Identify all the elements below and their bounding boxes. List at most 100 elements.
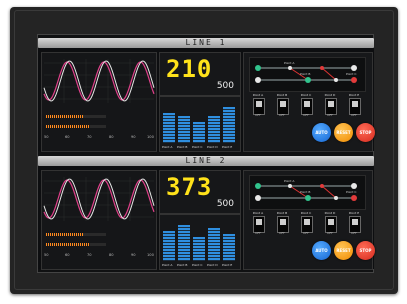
flow-node-icon: [351, 77, 357, 83]
reset-button[interactable]: RESET: [334, 123, 353, 142]
switch-label: Point D: [324, 93, 336, 97]
bar-segment: [178, 255, 190, 258]
switch-row: Point A OFF Point B OFF Point C OFF Point D…: [249, 93, 364, 117]
value-display: 373 500: [159, 170, 241, 214]
bar-segment: [178, 246, 190, 249]
toggle-switch[interactable]: Point A OFF: [249, 211, 267, 235]
bar-segment: [208, 128, 220, 131]
toggle-switch[interactable]: Point D OFF: [321, 93, 339, 117]
flow-node-icon: [305, 195, 311, 201]
switch-state: OFF: [351, 113, 357, 117]
bar-segment: [163, 140, 175, 143]
switch-label: Point B: [276, 93, 288, 97]
stop-button[interactable]: STOP: [356, 123, 375, 142]
bar-segment: [178, 231, 190, 234]
bar-meter-svg: [163, 225, 235, 261]
flow-node-icon: [351, 195, 357, 201]
line-panel-2: LINE 2 50 60 70 80 90 100 373 500 Point …: [38, 156, 375, 270]
bar-segment: [178, 252, 190, 255]
toggle-switch[interactable]: Point A OFF: [249, 93, 267, 117]
bar-labels: Point A Point B Point C Point D Point E: [162, 145, 238, 150]
bar-segment: [178, 116, 190, 119]
bar-label: Point A: [162, 145, 173, 149]
bar-segment: [223, 140, 235, 143]
auto-button[interactable]: AUTO: [312, 123, 331, 142]
bar-segment: [163, 234, 175, 237]
bar-segment: [193, 134, 205, 137]
auto-button[interactable]: AUTO: [312, 241, 331, 260]
bar-segment: [223, 258, 235, 261]
toggle-switch[interactable]: Point B OFF: [273, 93, 291, 117]
bar-segment: [178, 125, 190, 128]
bar-segment: [223, 116, 235, 119]
toggle-switch[interactable]: Point B OFF: [273, 211, 291, 235]
bar-label: Point B: [177, 263, 188, 267]
bar-segment: [208, 258, 220, 261]
switch-label: Point C: [300, 93, 312, 97]
bar-segment: [208, 131, 220, 134]
setpoint-value: 500: [216, 81, 234, 91]
switch-label: Point C: [300, 211, 312, 215]
bar-segment: [163, 252, 175, 255]
bar-segment: [163, 122, 175, 125]
bar-segment: [208, 252, 220, 255]
reset-button[interactable]: RESET: [334, 241, 353, 260]
bar-segment: [178, 131, 190, 134]
bar-segment: [163, 231, 175, 234]
bar-segment: [223, 234, 235, 237]
bar-label: Point C: [192, 145, 203, 149]
bar-segment: [178, 228, 190, 231]
switch-state: OFF: [279, 231, 285, 235]
bar-segment: [208, 234, 220, 237]
bar-segment: [223, 110, 235, 113]
tick-label: 100: [147, 135, 154, 139]
bar-segment: [223, 237, 235, 240]
bar-segment: [163, 134, 175, 137]
bar-segment: [178, 237, 190, 240]
control-panel: Point A Point B Point C Point A OFF Point…: [243, 170, 375, 270]
toggle-switch[interactable]: Point E OFF: [345, 211, 363, 235]
switch-label: Point B: [276, 211, 288, 215]
progress-bar-1: [46, 233, 106, 236]
bar-meter-panel: Point A Point B Point C Point D Point E: [159, 214, 241, 270]
bar-segment: [208, 137, 220, 140]
bar-segment: [178, 119, 190, 122]
switch-label: Point A: [252, 93, 264, 97]
bar-segment: [163, 237, 175, 240]
bar-segment: [193, 128, 205, 131]
bar-segment: [223, 128, 235, 131]
flow-node-icon: [288, 66, 292, 70]
tick-label: 100: [147, 253, 154, 257]
bar-segment: [223, 243, 235, 246]
stop-button[interactable]: STOP: [356, 241, 375, 260]
bar-label: Point A: [162, 263, 173, 267]
bar-segment: [163, 240, 175, 243]
bar-segment: [208, 237, 220, 240]
flow-node-icon: [320, 184, 324, 188]
switch-state: OFF: [255, 113, 261, 117]
switch-state: OFF: [351, 231, 357, 235]
bar-segment: [208, 119, 220, 122]
switch-state: OFF: [279, 113, 285, 117]
flow-node-icon: [255, 65, 261, 71]
progress-fill-1: [46, 115, 84, 118]
flow-diagram: Point A Point B Point C: [249, 57, 366, 92]
switch-state: OFF: [327, 231, 333, 235]
bar-segment: [223, 113, 235, 116]
bar-segment: [193, 122, 205, 125]
bar-segment: [178, 128, 190, 131]
flow-label: Point B: [300, 72, 311, 76]
bar-segment: [178, 134, 190, 137]
toggle-switch[interactable]: Point E OFF: [345, 93, 363, 117]
bar-segment: [178, 240, 190, 243]
bar-meter-panel: Point A Point B Point C Point D Point E: [159, 96, 241, 152]
bar-segment: [223, 249, 235, 252]
bar-segment: [178, 249, 190, 252]
bar-segment: [163, 258, 175, 261]
flow-node-icon: [255, 183, 261, 189]
toggle-switch[interactable]: Point C OFF: [297, 211, 315, 235]
toggle-switch[interactable]: Point C OFF: [297, 93, 315, 117]
toggle-switch[interactable]: Point D OFF: [321, 211, 339, 235]
current-value: 373: [166, 173, 213, 201]
bar-label: Point D: [207, 263, 218, 267]
